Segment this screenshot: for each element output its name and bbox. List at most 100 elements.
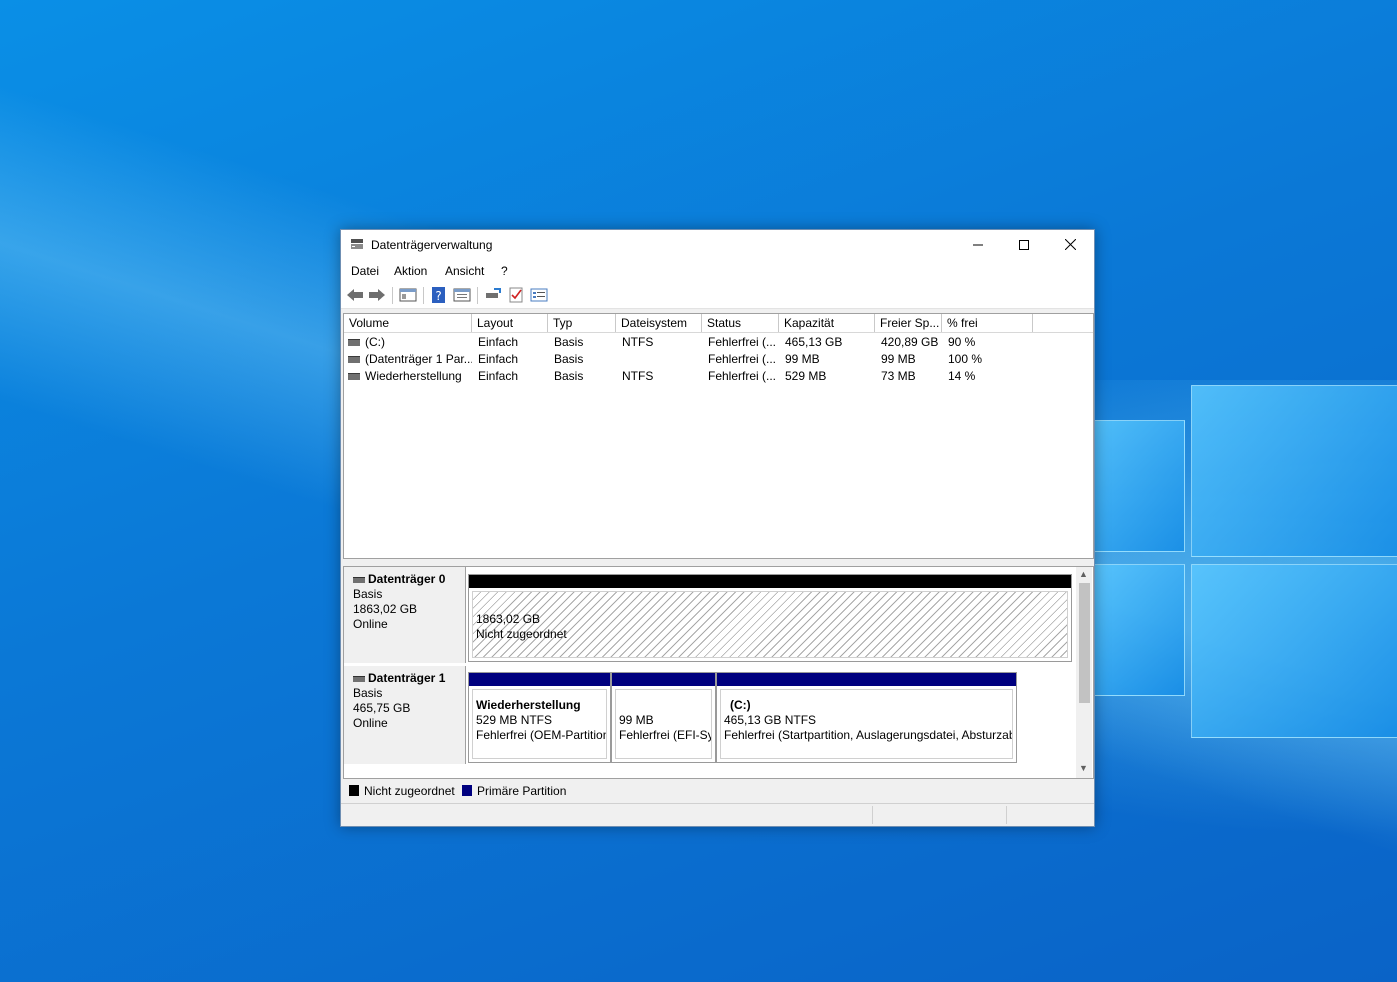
toolbar-separator [477, 287, 478, 304]
volume-name-cell: (C:) [344, 334, 472, 351]
volume-row[interactable]: (Datenträger 1 Par... Einfach Basis Fehl… [344, 351, 1093, 368]
volume-list[interactable]: Volume Layout Typ Dateisystem Status Kap… [343, 313, 1094, 559]
column-header-capacity[interactable]: Kapazität [779, 314, 875, 332]
column-header-volume[interactable]: Volume [344, 314, 472, 332]
volume-name: Wiederherstellung [365, 369, 462, 383]
toolbar-separator [392, 287, 393, 304]
partition-recovery[interactable]: Wiederherstellung 529 MB NTFS Fehlerfrei… [468, 672, 611, 763]
minimize-button[interactable] [955, 230, 1001, 260]
windows-logo [1093, 380, 1397, 740]
free-space-cell: 73 MB [881, 369, 916, 383]
column-header-percent-free[interactable]: % frei [942, 314, 1033, 332]
capacity-cell: 465,13 GB [785, 335, 843, 349]
window-title: Datenträgerverwaltung [371, 238, 493, 252]
unallocated-swatch [349, 785, 359, 796]
status-divider [1006, 806, 1007, 824]
partition-body: 1863,02 GB Nicht zugeordnet [472, 591, 1068, 658]
minimize-icon [973, 244, 983, 246]
help-icon[interactable]: ? [430, 287, 448, 303]
menu-action[interactable]: Aktion [394, 264, 427, 278]
partition-status: Nicht zugeordnet [476, 627, 567, 641]
partition-efi[interactable]: 99 MB Fehlerfrei (EFI-Systempartition) [611, 672, 716, 763]
forward-arrow-icon[interactable] [368, 287, 386, 303]
disk-state: Online [353, 617, 388, 631]
partition-size: 529 MB NTFS [476, 713, 553, 727]
partition-c[interactable]: (C:) 465,13 GB NTFS Fehlerfrei (Startpar… [716, 672, 1017, 763]
percent-free-cell: 14 % [948, 369, 976, 383]
menu-view[interactable]: Ansicht [445, 264, 484, 278]
status-divider [872, 806, 873, 824]
close-icon [1064, 238, 1076, 251]
disk-type: Basis [353, 686, 383, 700]
layout-cell: Einfach [478, 369, 519, 383]
maximize-icon [1019, 240, 1029, 250]
properties-icon[interactable] [453, 287, 471, 303]
free-space-cell: 420,89 GB [881, 335, 939, 349]
scroll-down-icon[interactable]: ▼ [1079, 763, 1088, 773]
column-header-status[interactable]: Status [702, 314, 779, 332]
pane-splitter[interactable] [341, 559, 1094, 565]
volume-row[interactable]: Wiederherstellung Einfach Basis NTFS Feh… [344, 368, 1093, 385]
connect-icon[interactable] [484, 287, 502, 303]
legend: Nicht zugeordnet Primäre Partition [343, 781, 1092, 801]
console-tree-icon[interactable] [399, 287, 417, 303]
menu-file[interactable]: Datei [351, 264, 379, 278]
primary-partition-bar [717, 673, 1016, 686]
back-arrow-icon[interactable] [346, 287, 364, 303]
scroll-up-icon[interactable]: ▲ [1079, 569, 1088, 579]
partition-size: 1863,02 GB [476, 612, 541, 626]
partition-body: Wiederherstellung 529 MB NTFS Fehlerfrei… [472, 689, 607, 759]
disk-name: Datenträger 1 [368, 671, 446, 685]
disk-state: Online [353, 716, 388, 730]
type-cell: Basis [554, 352, 584, 366]
partition-title: Wiederherstellung [476, 698, 581, 712]
disk-size: 465,75 GB [353, 701, 411, 715]
partition-size: 465,13 GB NTFS [724, 713, 817, 727]
volume-name: (Datenträger 1 Par... [365, 352, 472, 366]
close-button[interactable] [1047, 230, 1093, 260]
disk-size: 1863,02 GB [353, 602, 418, 616]
volume-row[interactable]: (C:) Einfach Basis NTFS Fehlerfrei (... … [344, 334, 1093, 351]
percent-free-cell: 100 % [948, 352, 983, 366]
status-cell: Fehlerfrei (... [708, 369, 777, 383]
maximize-button[interactable] [1001, 230, 1047, 260]
unallocated-bar [469, 575, 1071, 588]
disk-1-label[interactable]: Datenträger 1 Basis 465,75 GB Online [344, 666, 466, 764]
legend-unallocated: Nicht zugeordnet [364, 784, 455, 798]
toolbar: ? [341, 282, 1094, 309]
partition-body: 99 MB Fehlerfrei (EFI-Systempartition) [615, 689, 712, 759]
volume-name-cell: Wiederherstellung [344, 368, 472, 385]
disk-icon [353, 576, 365, 583]
column-header-filesystem[interactable]: Dateisystem [616, 314, 702, 332]
capacity-cell: 529 MB [785, 369, 827, 383]
scrollbar-thumb[interactable] [1079, 583, 1090, 703]
check-icon[interactable] [507, 287, 525, 303]
status-cell: Fehlerfrei (... [708, 335, 777, 349]
settings-list-icon[interactable] [530, 287, 548, 303]
free-space-cell: 99 MB [881, 352, 916, 366]
title-bar[interactable]: Datenträgerverwaltung [341, 230, 1094, 260]
drive-icon [348, 339, 360, 347]
menu-help[interactable]: ? [501, 264, 508, 278]
partition-unallocated[interactable]: 1863,02 GB Nicht zugeordnet [468, 574, 1072, 662]
filesystem-cell: NTFS [622, 335, 654, 349]
type-cell: Basis [554, 335, 584, 349]
partition-size: 99 MB [619, 713, 654, 727]
legend-primary: Primäre Partition [477, 784, 567, 798]
column-header-layout[interactable]: Layout [472, 314, 548, 332]
disk-icon [353, 675, 365, 682]
volume-name-cell: (Datenträger 1 Par... [344, 351, 472, 368]
disk-name: Datenträger 0 [368, 572, 446, 586]
svg-text:?: ? [435, 289, 441, 303]
vertical-scrollbar[interactable]: ▲ ▼ [1076, 567, 1092, 778]
partition-status: Fehlerfrei (OEM-Partition) [476, 728, 607, 742]
drive-icon [348, 356, 360, 364]
capacity-cell: 99 MB [785, 352, 820, 366]
primary-partition-bar [469, 673, 610, 686]
column-header-type[interactable]: Typ [548, 314, 616, 332]
volume-list-header: Volume Layout Typ Dateisystem Status Kap… [344, 314, 1093, 333]
disk-graph-view: Datenträger 0 Basis 1863,02 GB Online 18… [343, 566, 1094, 779]
primary-partition-swatch [462, 785, 472, 796]
column-header-free-space[interactable]: Freier Sp... [875, 314, 942, 332]
disk-0-label[interactable]: Datenträger 0 Basis 1863,02 GB Online [344, 567, 466, 663]
